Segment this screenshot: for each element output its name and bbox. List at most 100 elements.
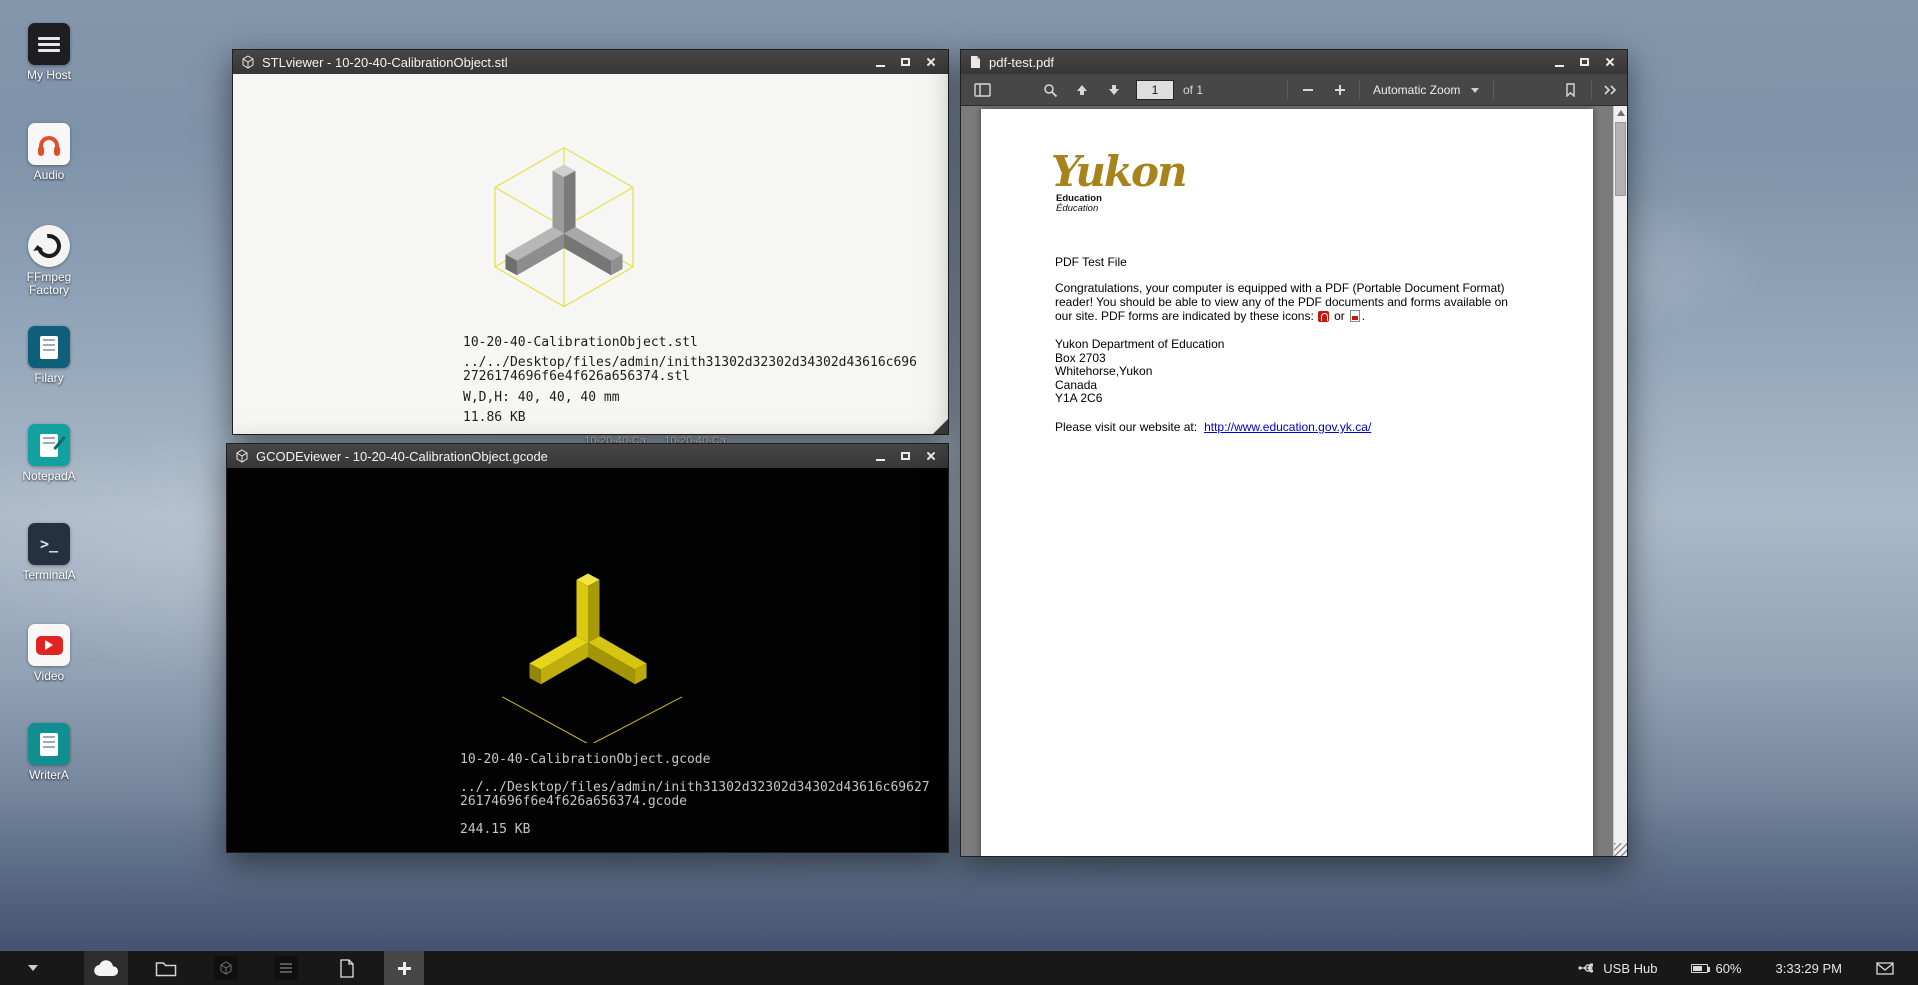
stl-filepath-line1: ../../Desktop/files/admin/inith31302d323… [463,356,917,370]
pdf-app-icon [969,55,982,69]
battery-icon [1691,964,1708,973]
minimize-icon [1555,65,1564,67]
desktop-icon-writera[interactable]: WriterA [8,723,90,782]
search-icon [1043,83,1058,98]
headphones-icon [28,123,70,165]
website-link[interactable]: http://www.education.gov.yk.ca/ [1204,420,1371,434]
address-block: Yukon Department of Education Box 2703 W… [1055,338,1224,406]
page-number-input[interactable] [1136,80,1174,100]
paragraph-line: our site. PDF forms are indicated by the… [1055,309,1314,323]
scrollbar-thumb[interactable] [1615,122,1626,196]
website-line: Please visit our website at: http://www.e… [1055,420,1371,434]
gcodeviewer-titlebar[interactable]: GCODEviewer - 10-20-40-CalibrationObject… [227,444,948,468]
zoom-select[interactable]: Automatic Zoom [1365,78,1487,102]
desktop-icon-filary[interactable]: Filary [8,326,90,385]
maximize-icon [901,452,910,460]
minimize-button[interactable] [1553,56,1566,69]
previous-page-button[interactable] [1069,78,1095,102]
taskbar-pdf-button[interactable] [324,951,368,985]
desktop-icon-terminala[interactable]: >_ TerminalA [8,523,90,582]
minus-icon [1302,84,1314,96]
envelope-icon [1876,962,1894,975]
desktop-icon-label: Audio [8,169,90,182]
battery-percent-label: 60% [1715,961,1741,976]
pdf-form-icon [1350,310,1360,322]
gcode-toolpath-mesh [529,573,646,684]
gcode-3d-model-view[interactable] [473,544,703,743]
desktop-icon-label: My Host [8,69,90,82]
more-tools-button[interactable] [1597,78,1623,102]
print-bed-outline [502,697,682,743]
folder-icon [155,960,177,977]
resize-grip[interactable] [1614,843,1627,856]
gcode-file-info: 10-20-40-CalibrationObject.gcode ../../D… [460,753,930,837]
stl-viewport: 10-20-40-CalibrationObject.stl ../../Des… [233,74,948,434]
close-button[interactable] [924,450,937,463]
stlviewer-titlebar[interactable]: STLviewer - 10-20-40-CalibrationObject.s… [233,50,948,74]
pdf-content-area: Yukon Education Éducation PDF Test File … [961,106,1627,856]
minimize-icon [876,459,885,461]
address-line: Yukon Department of Education [1055,338,1224,352]
plus-icon [1334,84,1346,96]
desktop-icon-notepada[interactable]: NotepadA [8,424,90,483]
next-page-button[interactable] [1101,78,1127,102]
resize-grip[interactable] [933,419,948,434]
writer-document-icon [28,723,70,765]
pdf-page-container[interactable]: Yukon Education Éducation PDF Test File … [961,106,1613,856]
desktop-icon-ffmpeg-factory[interactable]: FFmpeg Factory [8,225,90,297]
usb-icon [1578,962,1596,974]
desktop-icon-my-host[interactable]: My Host [8,23,90,82]
taskbar-file-manager-button[interactable] [144,951,188,985]
taskbar-gcodeviewer-button[interactable] [264,951,308,985]
address-line: Whitehorse,Yukon [1055,365,1224,379]
website-label: Please visit our website at: [1055,420,1197,434]
gcode-filepath-line2: 26174696f6e4f626a656374.gcode [460,795,930,809]
sidebar-toggle-button[interactable] [969,78,995,102]
minimize-button[interactable] [874,56,887,69]
zoom-out-button[interactable] [1295,78,1321,102]
yukon-logo-word: Yukon [1051,151,1186,193]
desktop-icon-label: NotepadA [8,470,90,483]
desktop-icon-video[interactable]: Video [8,624,90,683]
scrollbar-up-arrow[interactable] [1614,106,1627,120]
desktop-icon-label: Video [8,670,90,683]
paragraph-line: reader! You should be able to view any o… [1055,295,1508,309]
sidebar-toggle-icon [974,83,991,97]
window-title: pdf-test.pdf [989,55,1054,70]
stl-3d-model-view[interactable] [449,135,679,334]
minimize-button[interactable] [874,450,887,463]
close-button[interactable] [924,56,937,69]
play-button-icon [28,624,70,666]
taskbar-menu-button[interactable] [18,951,48,985]
taskbar-cloud-button[interactable] [84,951,128,985]
maximize-button[interactable] [1578,56,1591,69]
battery-tray-item[interactable]: 60% [1691,961,1741,976]
desktop-icon-audio[interactable]: Audio [8,123,90,182]
bookmark-button[interactable] [1557,78,1583,102]
notepad-pencil-icon [28,424,70,466]
desktop-icon-label: TerminalA [8,569,90,582]
find-button[interactable] [1037,78,1063,102]
taskbar-new-button[interactable] [384,951,424,985]
acrobat-pdf-icon [1318,311,1329,322]
mail-tray-item[interactable] [1876,962,1894,975]
zoom-in-button[interactable] [1327,78,1353,102]
close-button[interactable] [1603,56,1616,69]
pdf-page: Yukon Education Éducation PDF Test File … [981,109,1593,856]
usb-hub-tray-item[interactable]: USB Hub [1578,961,1657,976]
desktop-background[interactable]: My Host Audio FFmpeg Factory Filary Note… [0,0,1918,985]
maximize-icon [901,58,910,66]
maximize-button[interactable] [899,450,912,463]
address-line: Box 2703 [1055,352,1224,366]
pdf-titlebar[interactable]: pdf-test.pdf [961,50,1627,74]
window-title: GCODEviewer - 10-20-40-CalibrationObject… [256,449,548,464]
taskbar-stlviewer-button[interactable] [204,951,248,985]
scrollbar[interactable] [1613,106,1627,856]
maximize-button[interactable] [899,56,912,69]
caret-down-icon [28,965,38,971]
clock-tray-item[interactable]: 3:33:29 PM [1776,961,1843,976]
stl-app-tile-icon [214,956,238,980]
arrow-down-icon [1107,83,1121,97]
gcode-filename: 10-20-40-CalibrationObject.gcode [460,753,930,767]
document-icon [28,326,70,368]
